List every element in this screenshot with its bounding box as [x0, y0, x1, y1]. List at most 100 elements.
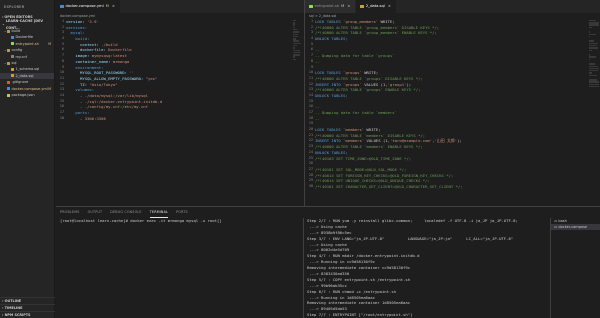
chevron-down-icon: ⌄	[2, 22, 5, 26]
code-line: 18 - 3306:3306	[56, 116, 292, 122]
sql-file-icon	[11, 74, 14, 78]
left-editor-tabbar: docker-compose.yml M ×	[56, 0, 304, 13]
terminal-list: ▭ bash ▭ docker-compose	[550, 218, 600, 318]
minimap-line	[589, 49, 592, 51]
folder-file-icon	[7, 48, 10, 52]
file-icon	[60, 5, 64, 8]
sh-file-icon	[11, 42, 14, 46]
minimap-line	[589, 70, 599, 72]
terminal-line: Step 3/7 : ENV LANG="ja_JP.UTF-8" LANGUA…	[307, 235, 514, 241]
minimap-line	[589, 22, 599, 24]
file-tree: ⌄ build Dockerfile entrypoint.sh M ⌄ config my.…	[0, 28, 54, 98]
tab-label: 2_data.sql	[365, 4, 385, 8]
terminal-name: bash	[558, 219, 567, 223]
minimap-line	[293, 44, 298, 47]
explorer-sidebar: EXPLORER › OPEN EDITORS ⌄ LEARN-CACHE [D…	[0, 0, 55, 318]
left-minimap[interactable]	[292, 19, 304, 206]
minimap-line	[589, 81, 599, 83]
modified-indicator: M	[105, 4, 109, 8]
panel-tab-output[interactable]: OUTPUT	[88, 207, 103, 218]
minimap-line	[293, 26, 295, 29]
close-icon[interactable]: ×	[347, 0, 350, 13]
file-icon	[360, 5, 364, 8]
minimap-line	[589, 86, 599, 88]
minimap-line	[589, 83, 599, 86]
npm-scripts-section[interactable]: › NPM SCRIPTS	[0, 311, 55, 318]
outline-section[interactable]: › OUTLINE	[0, 297, 55, 304]
right-editor-tabbar: entrypoint.sh M × 2_data.sql ×	[305, 0, 600, 13]
minimap-line	[589, 63, 595, 65]
terminal-left[interactable]: [root@localhost learn-cache]# docker exe…	[60, 218, 300, 318]
git-file-icon	[7, 80, 10, 84]
minimap-line	[293, 42, 301, 45]
minimap-line	[293, 51, 302, 54]
minimap-line	[589, 33, 596, 35]
code-text: UNLOCK TABLES;	[315, 36, 348, 42]
terminal-line: Step 7/7 : ENTRYPOINT ["/root/entrypoint…	[307, 312, 413, 318]
minimap-line	[293, 24, 295, 26]
code-text: - 3306:3306	[66, 115, 106, 121]
right-minimap[interactable]	[588, 19, 600, 206]
file-icon	[309, 5, 313, 8]
close-icon[interactable]: ×	[388, 0, 391, 13]
minimap-line	[293, 40, 299, 42]
editor-tab[interactable]: 2_data.sql ×	[356, 0, 397, 13]
minimap-line	[293, 31, 299, 33]
minimap-line	[293, 35, 299, 38]
npm-scripts-label: NPM SCRIPTS	[4, 313, 31, 317]
minimap-line	[293, 33, 299, 35]
terminal-right[interactable]: Step 2/7 : RUN yum -y reinstall glibc-co…	[307, 218, 547, 318]
code-text: /*!40103 SET TIME_ZONE=@OLD_TIME_ZONE */…	[315, 155, 412, 161]
minimap-line	[589, 26, 592, 29]
tab-label: entrypoint.sh	[314, 4, 340, 8]
editor-tab[interactable]: docker-compose.yml M ×	[56, 0, 121, 13]
minimap-line	[293, 29, 298, 31]
minimap-line	[293, 56, 295, 58]
docker-file-icon	[7, 87, 10, 91]
code-text: --	[315, 115, 320, 121]
minimap-line	[293, 54, 300, 56]
panel-tab-terminal[interactable]: TERMINAL	[149, 207, 169, 218]
terminal-split-divider[interactable]	[303, 218, 304, 318]
code-text: --	[315, 58, 320, 64]
code-text: /*!40101 SET CHARACTER_SET_CLIENT=@OLD_C…	[315, 183, 463, 189]
tree-item-package-json[interactable]: package.json	[0, 92, 54, 98]
json-file-icon	[7, 93, 10, 97]
outline-label: OUTLINE	[4, 299, 22, 303]
right-code-editor[interactable]: 1 LOCK TABLES `group_members` WRITE; 2/*!4…	[305, 19, 588, 206]
close-icon[interactable]: ×	[112, 0, 115, 13]
code-text: -- Dumping data for table `members`	[315, 110, 397, 115]
workspace-root-section[interactable]: ⌄ LEARN-CACHE [DEV CONT...	[0, 19, 54, 30]
terminal-name: docker-compose	[558, 225, 588, 229]
panel-tab-ports[interactable]: PORTS	[176, 207, 188, 218]
minimap-line	[589, 56, 596, 58]
panel-tab-problems[interactable]: PROBLEMS	[60, 207, 80, 218]
sql-file-icon	[11, 68, 14, 72]
bottom-panel: PROBLEMS OUTPUT DEBUG CONSOLE TERMINAL PORTS…	[56, 206, 600, 318]
minimap-line	[293, 58, 297, 61]
terminal-list-item[interactable]: ▭ docker-compose	[551, 224, 600, 230]
tree-item-label: package.json	[11, 92, 35, 97]
minimap-line	[589, 79, 597, 81]
minimap-line	[293, 19, 296, 22]
docker-file-icon	[11, 36, 14, 40]
minimap-line	[589, 72, 592, 74]
line-number: 30	[308, 183, 313, 188]
timeline-label: TIMELINE	[4, 306, 23, 310]
panel-tabs: PROBLEMS OUTPUT DEBUG CONSOLE TERMINAL PORTS	[56, 207, 600, 218]
folder-file-icon	[7, 61, 10, 65]
code-line: 30/*!40101 SET CHARACTER_SET_CLIENT=@OLD…	[305, 184, 588, 190]
code-text: -- Dumping data for table `groups`	[315, 53, 395, 59]
editor-tab[interactable]: entrypoint.sh M ×	[305, 0, 357, 13]
tab-label: docker-compose.yml	[65, 4, 104, 8]
minimap-line	[293, 47, 296, 49]
panel-tab-debug-console[interactable]: DEBUG CONSOLE	[110, 207, 141, 218]
timeline-section[interactable]: › TIMELINE	[0, 304, 55, 311]
left-code-editor[interactable]: 1 version: '3.9' 2 services: 3 mysql: 4 build…	[56, 19, 292, 206]
explorer-header: EXPLORER	[4, 5, 25, 9]
minimap-line	[589, 44, 598, 47]
line-number: 18	[59, 115, 64, 120]
minimap-line	[293, 22, 295, 24]
minimap-line	[293, 49, 300, 51]
minimap-line	[293, 38, 297, 40]
